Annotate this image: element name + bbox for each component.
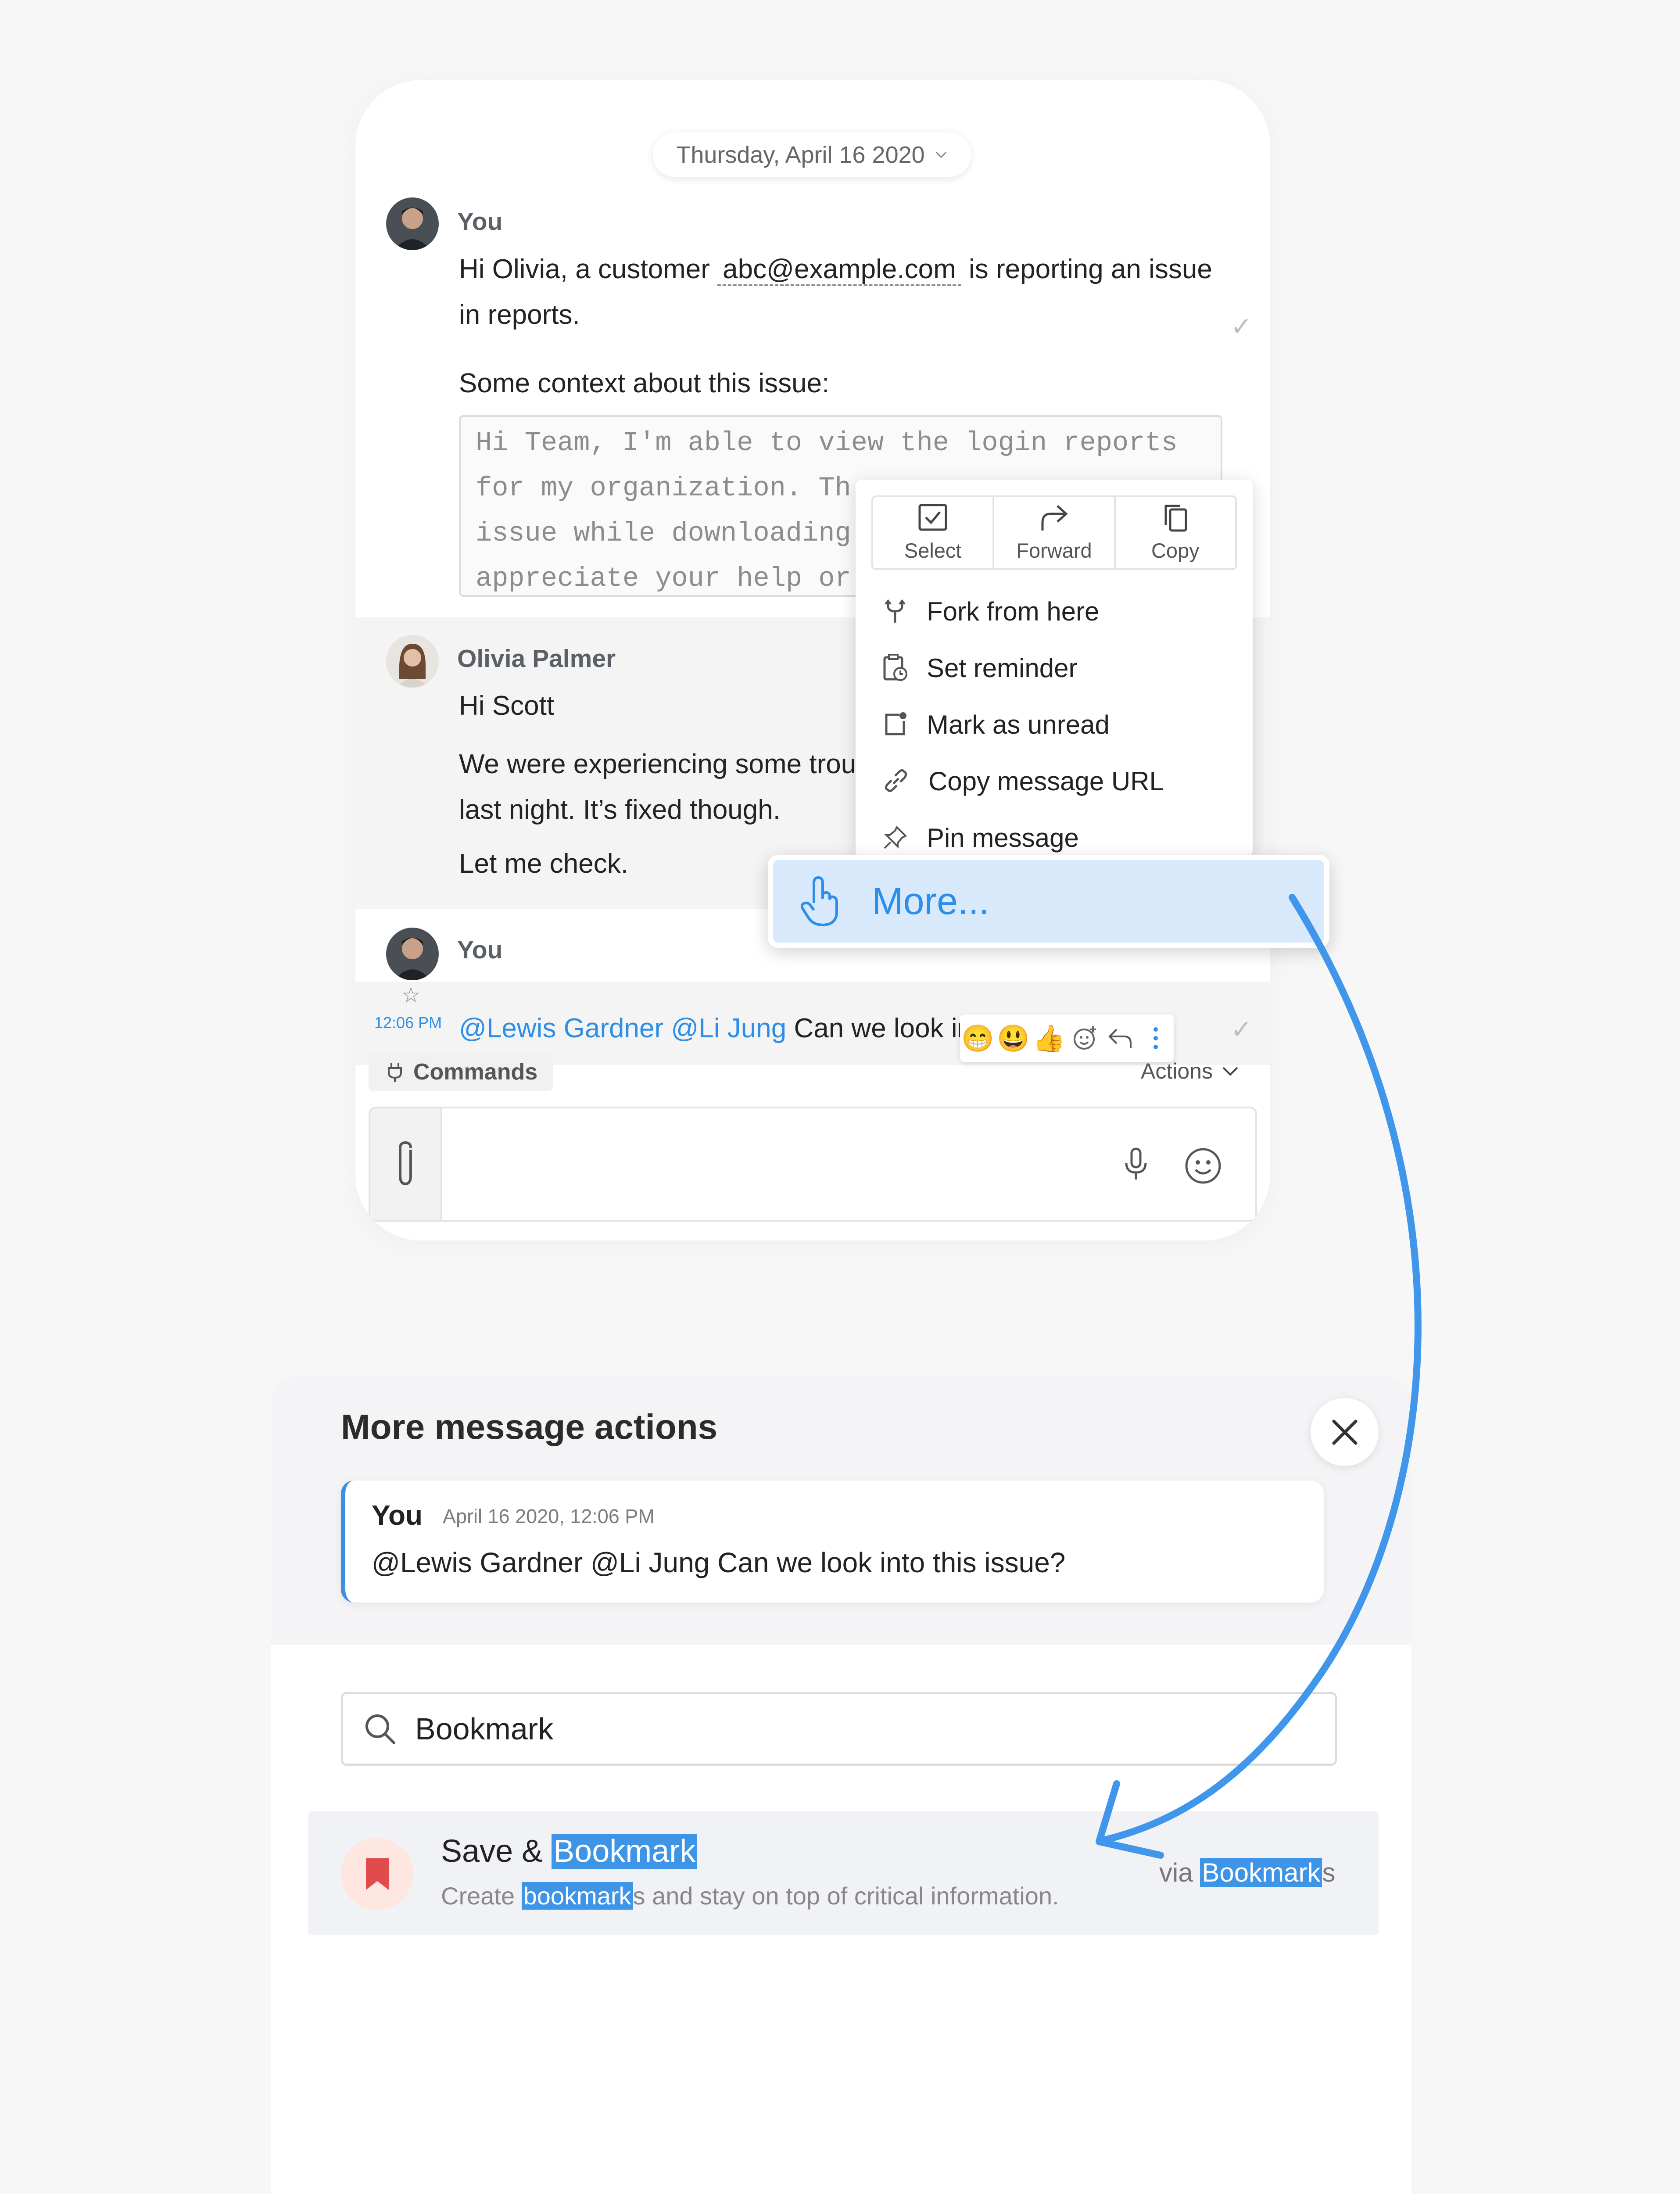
more-actions-header: More message actions You April 16 2020, … xyxy=(271,1376,1411,1645)
read-check-icon: ✓ xyxy=(1231,312,1252,341)
fork-icon xyxy=(885,599,906,623)
avatar[interactable] xyxy=(386,197,439,250)
sender-name[interactable]: Olivia Palmer xyxy=(457,644,616,673)
search-icon xyxy=(365,1714,395,1744)
emoji-icon[interactable] xyxy=(1184,1147,1222,1185)
grin-emoji-button[interactable]: 😁 xyxy=(960,1017,996,1059)
copy-icon xyxy=(1164,505,1187,531)
date-separator[interactable]: Thursday, April 16 2020 xyxy=(653,133,971,177)
search-result-item[interactable]: Save & Bookmark Create bookmarks and sta… xyxy=(308,1811,1379,1935)
panel-title: More message actions xyxy=(341,1407,718,1446)
paperclip-icon xyxy=(399,1141,412,1186)
reply-icon[interactable] xyxy=(1103,1017,1138,1059)
mention-link[interactable]: @Lewis Gardner xyxy=(459,1013,663,1043)
pointing-hand-icon xyxy=(800,876,838,927)
message-text: Let me check. xyxy=(459,849,628,879)
pin-icon xyxy=(884,825,907,849)
star-icon[interactable]: ☆ xyxy=(401,983,420,1007)
forward-icon xyxy=(1041,505,1068,531)
message-composer[interactable] xyxy=(369,1107,1257,1222)
read-check-icon: ✓ xyxy=(1231,1015,1252,1044)
forward-button[interactable]: Forward xyxy=(994,497,1116,568)
message-context-menu: Select Forward Copy Fork from here Set r… xyxy=(856,480,1253,857)
result-description: Create bookmarks and stay on top of crit… xyxy=(441,1882,1059,1910)
sender-name[interactable]: You xyxy=(457,936,502,964)
close-icon xyxy=(1332,1420,1357,1445)
close-button[interactable] xyxy=(1311,1398,1379,1466)
attachment-button[interactable] xyxy=(370,1108,442,1220)
avatar[interactable] xyxy=(386,928,439,980)
date-label: Thursday, April 16 2020 xyxy=(676,142,925,168)
fork-from-here-item[interactable]: Fork from here xyxy=(882,587,1233,635)
select-button[interactable]: Select xyxy=(873,497,995,568)
add-reaction-icon[interactable] xyxy=(1067,1017,1103,1059)
more-actions-body: Bookmark Save & Bookmark Create bookmark… xyxy=(271,1645,1411,2194)
message-time: 12:06 PM xyxy=(374,1014,442,1032)
microphone-icon[interactable] xyxy=(1123,1147,1149,1182)
plug-icon xyxy=(388,1063,402,1082)
message-preview-card: You April 16 2020, 12:06 PM @Lewis Gardn… xyxy=(341,1481,1324,1602)
search-input[interactable]: Bookmark xyxy=(341,1692,1337,1766)
chevron-down-icon xyxy=(935,151,946,158)
context-label: Some context about this issue: xyxy=(459,368,830,398)
more-options-icon[interactable] xyxy=(1138,1017,1174,1059)
sender-name[interactable]: You xyxy=(457,207,502,236)
bookmark-icon xyxy=(341,1838,413,1910)
reaction-bar: 😁 😃 👍 xyxy=(960,1015,1174,1062)
thumbs-up-emoji-button[interactable]: 👍 xyxy=(1031,1017,1067,1059)
smile-emoji-button[interactable]: 😃 xyxy=(996,1017,1031,1059)
copy-message-url-item[interactable]: Copy message URL xyxy=(882,757,1233,805)
copy-button[interactable]: Copy xyxy=(1116,497,1235,568)
preview-sender: You xyxy=(372,1499,423,1531)
search-value: Bookmark xyxy=(415,1712,554,1746)
message-text: Hi Scott xyxy=(459,691,555,721)
preview-date: April 16 2020, 12:06 PM xyxy=(443,1505,655,1527)
mark-unread-item[interactable]: Mark as unread xyxy=(882,700,1233,749)
quick-actions-row: Select Forward Copy xyxy=(871,495,1237,570)
checkbox-icon xyxy=(918,504,947,531)
email-link[interactable]: abc@example.com xyxy=(717,254,961,286)
mark-unread-icon xyxy=(885,712,906,735)
link-icon xyxy=(885,769,907,792)
message-text: We were experiencing some trou last night… xyxy=(459,749,856,825)
result-title: Save & Bookmark xyxy=(441,1833,698,1869)
actions-dropdown[interactable]: Actions xyxy=(1141,1058,1239,1084)
mention-link[interactable]: @Li Jung xyxy=(671,1013,786,1043)
chevron-down-icon xyxy=(1222,1067,1238,1076)
preview-text: @Lewis Gardner @Li Jung Can we look into… xyxy=(372,1547,1066,1578)
more-actions-item[interactable]: More... xyxy=(768,855,1329,948)
message-text: Hi Olivia, a customer abc@example.com is… xyxy=(459,254,1212,330)
set-reminder-item[interactable]: Set reminder xyxy=(882,644,1233,692)
avatar[interactable] xyxy=(386,635,439,688)
commands-button[interactable]: Commands xyxy=(369,1053,553,1091)
result-source: via Bookmarks xyxy=(1159,1858,1336,1887)
reminder-clock-icon xyxy=(883,654,907,681)
